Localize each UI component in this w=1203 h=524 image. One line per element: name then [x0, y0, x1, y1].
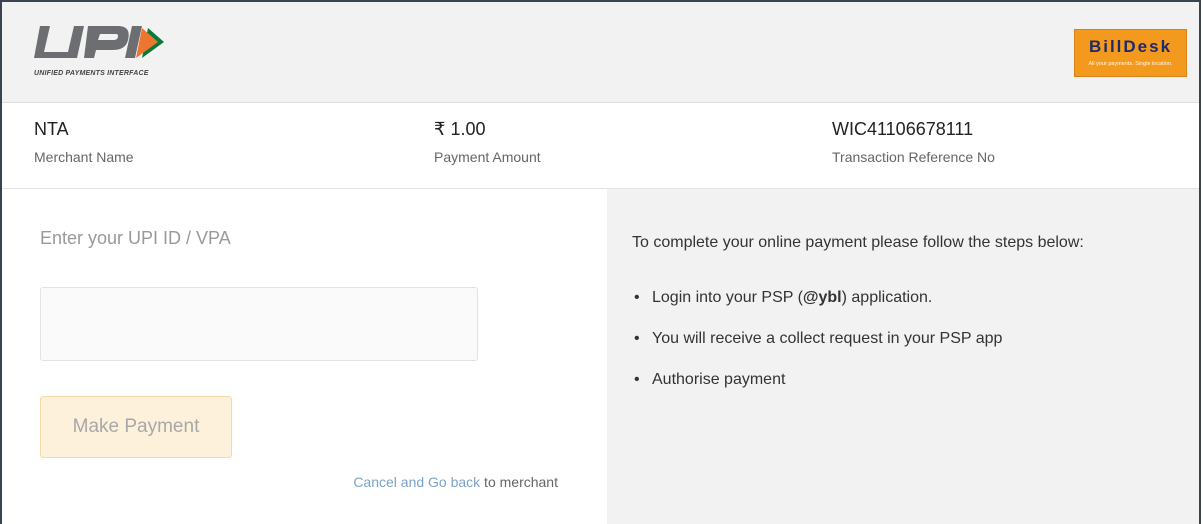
- payment-amount-value: ₹ 1.00: [434, 119, 486, 139]
- billdesk-logo: BillDesk All your payments. Single locat…: [1074, 29, 1187, 77]
- billdesk-name: BillDesk: [1088, 37, 1173, 56]
- step-login-prefix: Login into your PSP (: [652, 289, 803, 306]
- transaction-ref-value: WIC41106678111: [832, 119, 974, 139]
- step-authorise: Authorise payment: [632, 371, 1002, 412]
- transaction-info: NTA Merchant Name ₹ 1.00 Payment Amount …: [2, 103, 1199, 189]
- upi-logo: UNIFIED PAYMENTS INTERFACE: [32, 24, 192, 84]
- psp-handle: @ybl: [802, 289, 842, 306]
- step-login: Login into your PSP (@ybl) application.: [632, 289, 1002, 330]
- vpa-input[interactable]: [40, 287, 478, 361]
- instructions-panel: To complete your online payment please f…: [607, 189, 1199, 524]
- header-bar: UNIFIED PAYMENTS INTERFACE BillDesk All …: [2, 2, 1199, 103]
- step-login-suffix: ) application.: [841, 289, 933, 306]
- merchant-name-value: NTA: [34, 119, 69, 139]
- upi-caption: UNIFIED PAYMENTS INTERFACE: [34, 70, 149, 77]
- steps-intro: To complete your online payment please f…: [632, 234, 1084, 251]
- billdesk-tagline: All your payments. Single location.: [1088, 61, 1173, 67]
- steps-list: Login into your PSP (@ybl) application. …: [632, 289, 1002, 412]
- transaction-ref-block: WIC41106678111 Transaction Reference No: [832, 119, 995, 165]
- payment-amount-block: ₹ 1.00 Payment Amount: [434, 119, 541, 165]
- transaction-ref-label: Transaction Reference No: [832, 149, 995, 165]
- cancel-row: Cancel and Go back to merchant: [353, 474, 558, 490]
- make-payment-button[interactable]: Make Payment: [40, 396, 232, 458]
- vpa-form: Enter your UPI ID / VPA Make Payment Can…: [2, 189, 607, 524]
- cancel-suffix: to merchant: [480, 474, 558, 490]
- step-collect: You will receive a collect request in yo…: [632, 330, 1002, 371]
- payment-amount-label: Payment Amount: [434, 149, 541, 165]
- vpa-label: Enter your UPI ID / VPA: [40, 228, 231, 248]
- cancel-link[interactable]: Cancel and Go back: [353, 474, 480, 490]
- merchant-name-label: Merchant Name: [34, 149, 134, 165]
- upi-logo-mark-icon: [34, 26, 164, 58]
- merchant-name-block: NTA Merchant Name: [34, 119, 134, 165]
